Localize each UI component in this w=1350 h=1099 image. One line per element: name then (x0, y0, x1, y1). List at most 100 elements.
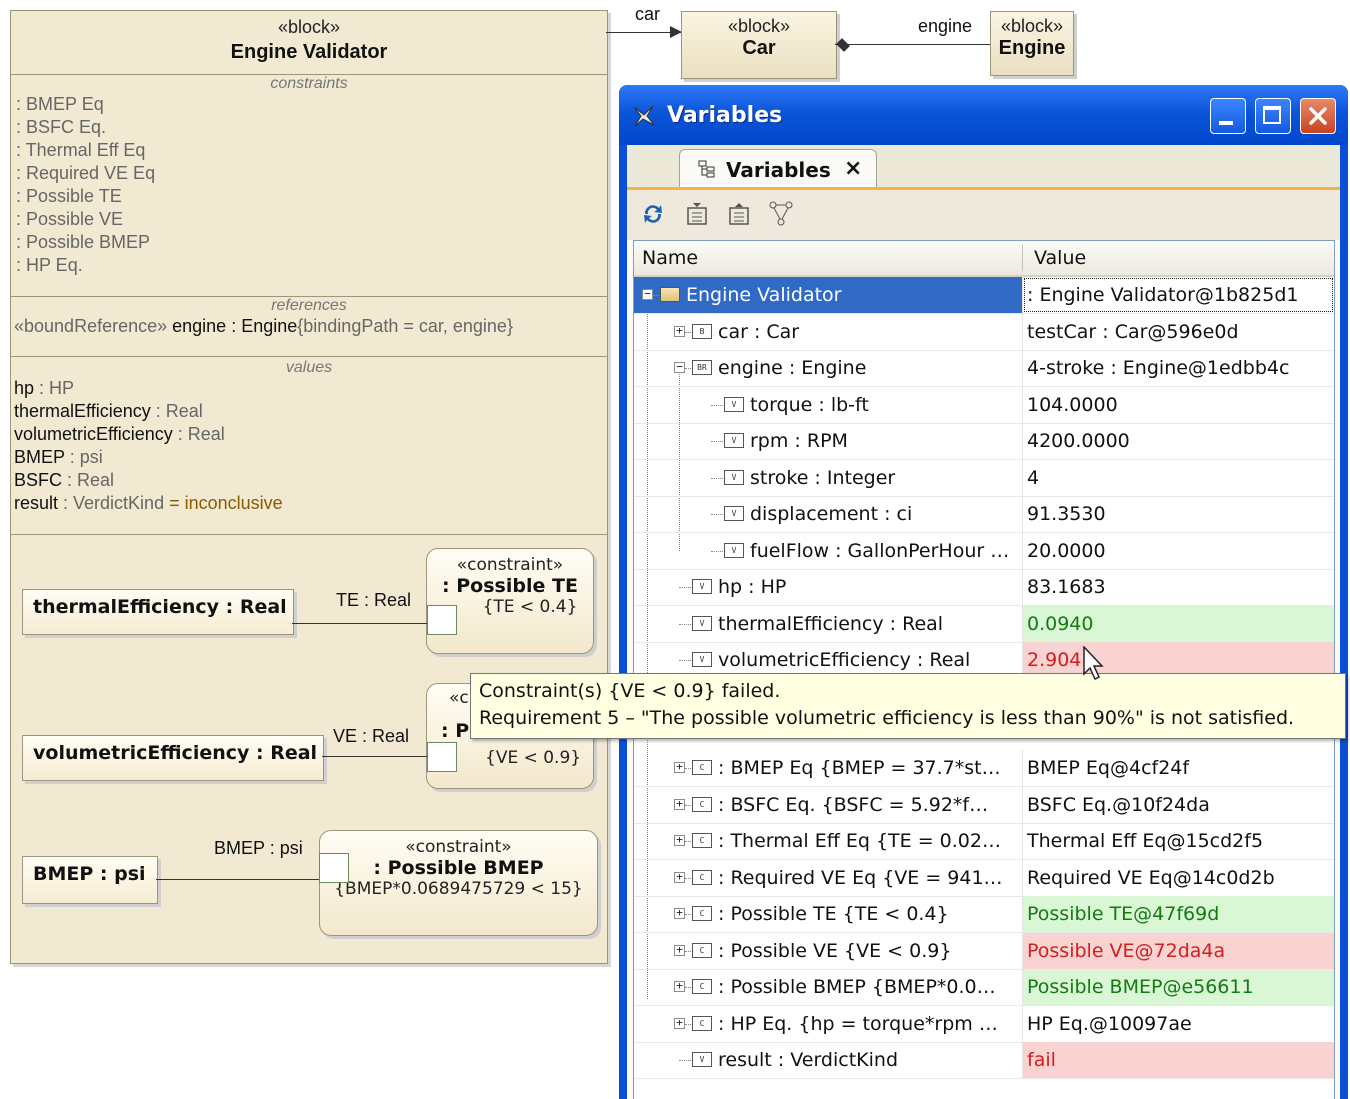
collapse-icon[interactable]: − (674, 361, 685, 373)
cell-name[interactable]: Vdisplacement : ci (634, 496, 1023, 532)
constraint-possible-te[interactable]: «constraint» : Possible TE {TE < 0.4} (426, 548, 594, 654)
variables-window[interactable]: Variables Variables × Name Value − Engin… (619, 85, 1348, 1099)
cell-name[interactable]: + C: BSFC Eq. {BSFC = 5.92*f… (634, 786, 1023, 823)
constraint-item[interactable]: : Possible BMEP (11, 231, 607, 254)
tab-close-icon[interactable]: × (844, 156, 862, 181)
cell-name[interactable]: + C: Possible BMEP {BMEP*0.0… (634, 969, 1023, 1006)
port-te[interactable] (427, 605, 457, 635)
expand-icon[interactable]: + (674, 325, 685, 337)
cell-value[interactable]: 4-stroke : Engine@1edbb4c (1023, 350, 1334, 386)
cell-name[interactable]: + C: Possible TE {TE < 0.4} (634, 896, 1023, 933)
cell-value[interactable]: 91.3530 (1023, 496, 1334, 532)
binding-connector-te[interactable] (292, 623, 427, 624)
cell-value[interactable]: 4200.0000 (1023, 423, 1334, 459)
table-row[interactable]: + C: BSFC Eq. {BSFC = 5.92*f… BSFC Eq.@10f… (634, 786, 1334, 824)
table-row[interactable]: − Engine Validator: Engine Validator@1b82… (634, 277, 1334, 314)
table-row[interactable]: Vtorque : lb-ft 104.0000 (634, 386, 1334, 424)
part-volumetric-efficiency[interactable]: volumetricEfficiency : Real (22, 735, 324, 781)
cell-name[interactable]: Vresult : VerdictKind (634, 1042, 1023, 1079)
cell-name[interactable]: − BR engine : Engine (634, 350, 1023, 386)
cell-value[interactable]: testCar : Car@596e0d (1023, 314, 1334, 350)
table-row[interactable]: + C: Required VE Eq {VE = 941… Required VE… (634, 859, 1334, 897)
constraint-item[interactable]: : Thermal Eff Eq (11, 139, 607, 162)
reference-item[interactable]: «boundReference» engine : Engine{binding… (11, 315, 607, 338)
cell-name[interactable]: Vrpm : RPM (634, 423, 1023, 459)
value-item[interactable]: hp : HP (11, 377, 607, 400)
expand-icon[interactable]: + (674, 907, 685, 920)
association-engine[interactable] (835, 44, 990, 45)
table-row[interactable]: + C: Thermal Eff Eq {TE = 0.02… Thermal Ef… (634, 823, 1334, 861)
expand-icon[interactable]: + (674, 871, 685, 883)
expand-icon[interactable]: + (674, 834, 685, 847)
column-header-value[interactable]: Value (1034, 247, 1086, 269)
cell-name[interactable]: + C: Possible VE {VE < 0.9} (634, 932, 1023, 969)
variables-table[interactable]: Name Value − Engine Validator: Engine Val… (633, 240, 1335, 1099)
collapse-icon[interactable]: − (642, 288, 653, 300)
expand-icon[interactable]: + (674, 798, 685, 810)
maximize-button[interactable] (1255, 98, 1291, 134)
cell-name[interactable]: VfuelFlow : GallonPerHour … (634, 532, 1023, 569)
constraint-item[interactable]: : Required VE Eq (11, 162, 607, 185)
cell-value[interactable]: Required VE Eq@14c0d2b (1023, 860, 1334, 896)
cell-value[interactable]: Possible BMEP@e56611 (1023, 969, 1334, 1006)
refresh-icon[interactable] (639, 200, 667, 228)
constraint-item[interactable]: : Possible TE (11, 185, 607, 208)
cell-value[interactable]: BSFC Eq.@10f24da (1023, 787, 1334, 823)
cell-value[interactable]: 104.0000 (1023, 387, 1334, 423)
table-row[interactable]: + C: Possible TE {TE < 0.4} Possible TE@47… (634, 896, 1334, 934)
cell-value[interactable]: fail (1023, 1042, 1334, 1079)
constraint-item[interactable]: : Possible VE (11, 208, 607, 231)
table-row[interactable]: + C: HP Eq. {hp = torque*rpm … HP Eq.@1009… (634, 1005, 1334, 1043)
column-divider[interactable] (1022, 245, 1023, 271)
car-block[interactable]: «block» Car (681, 11, 837, 79)
close-button[interactable] (1300, 98, 1336, 134)
cell-value[interactable]: Possible VE@72da4a (1023, 932, 1334, 969)
constraint-item[interactable]: : HP Eq. (11, 254, 607, 277)
window-titlebar[interactable]: Variables (619, 85, 1348, 145)
result-item[interactable]: result : VerdictKind = inconclusive (11, 492, 607, 515)
engine-validator-block[interactable]: «block» Engine Validator constraints : B… (10, 10, 608, 964)
constraint-item[interactable]: : BMEP Eq (11, 93, 607, 116)
column-header-name[interactable]: Name (642, 247, 698, 269)
value-item[interactable]: volumetricEfficiency : Real (11, 423, 607, 446)
cell-value[interactable]: : Engine Validator@1b825d1 (1023, 277, 1334, 313)
cell-name[interactable]: Vhp : HP (634, 569, 1023, 605)
expand-icon[interactable]: + (674, 944, 685, 956)
cell-value[interactable]: Possible TE@47f69d (1023, 896, 1334, 933)
cell-name[interactable]: + C: BMEP Eq {BMEP = 37.7*st… (634, 750, 1023, 787)
expand-icon[interactable]: + (674, 980, 685, 993)
cell-name[interactable]: Vtorque : lb-ft (634, 386, 1023, 423)
cell-name[interactable]: + C: Thermal Eff Eq {TE = 0.02… (634, 823, 1023, 860)
cell-value[interactable]: Thermal Eff Eq@15cd2f5 (1023, 823, 1334, 859)
table-row[interactable]: Vstroke : Integer 4 (634, 459, 1334, 497)
port-bmep[interactable] (319, 853, 349, 883)
cell-name[interactable]: + C: Required VE Eq {VE = 941… (634, 859, 1023, 896)
engine-block[interactable]: «block» Engine (990, 11, 1074, 76)
cell-value[interactable]: BMEP Eq@4cf24f (1023, 750, 1334, 786)
table-row[interactable]: Vrpm : RPM 4200.0000 (634, 423, 1334, 460)
value-item[interactable]: BMEP : psi (11, 446, 607, 469)
cell-name[interactable]: − Engine Validator (634, 277, 1023, 313)
cell-name[interactable]: VthermalEfficiency : Real (634, 605, 1023, 642)
part-thermal-efficiency[interactable]: thermalEfficiency : Real (22, 589, 294, 635)
table-row[interactable]: + C: BMEP Eq {BMEP = 37.7*st… BMEP Eq@4cf2… (634, 750, 1334, 788)
table-row[interactable]: VthermalEfficiency : Real 0.0940 (634, 605, 1334, 643)
table-row[interactable]: Vhp : HP 83.1683 (634, 569, 1334, 606)
tab-variables[interactable]: Variables × (679, 149, 877, 190)
expand-all-icon[interactable] (683, 200, 711, 228)
table-row[interactable]: + C: Possible VE {VE < 0.9} Possible VE@72… (634, 932, 1334, 970)
collapse-all-icon[interactable] (725, 200, 753, 228)
value-item[interactable]: thermalEfficiency : Real (11, 400, 607, 423)
cell-value[interactable]: HP Eq.@10097ae (1023, 1006, 1334, 1042)
expand-icon[interactable]: + (674, 761, 685, 774)
cell-value[interactable]: 83.1683 (1023, 569, 1334, 605)
cell-value[interactable]: 4 (1023, 460, 1334, 496)
constraint-item[interactable]: : BSFC Eq. (11, 116, 607, 139)
table-row[interactable]: − BR engine : Engine 4-stroke : Engine@1edb… (634, 350, 1334, 387)
show-bindings-icon[interactable] (767, 200, 795, 228)
cell-name[interactable]: + C: HP Eq. {hp = torque*rpm … (634, 1005, 1023, 1042)
minimize-button[interactable] (1210, 98, 1246, 134)
table-row[interactable]: + C: Possible BMEP {BMEP*0.0… Possible BME… (634, 969, 1334, 1007)
value-item[interactable]: BSFC : Real (11, 469, 607, 492)
cell-value[interactable]: 0.0940 (1023, 605, 1334, 642)
